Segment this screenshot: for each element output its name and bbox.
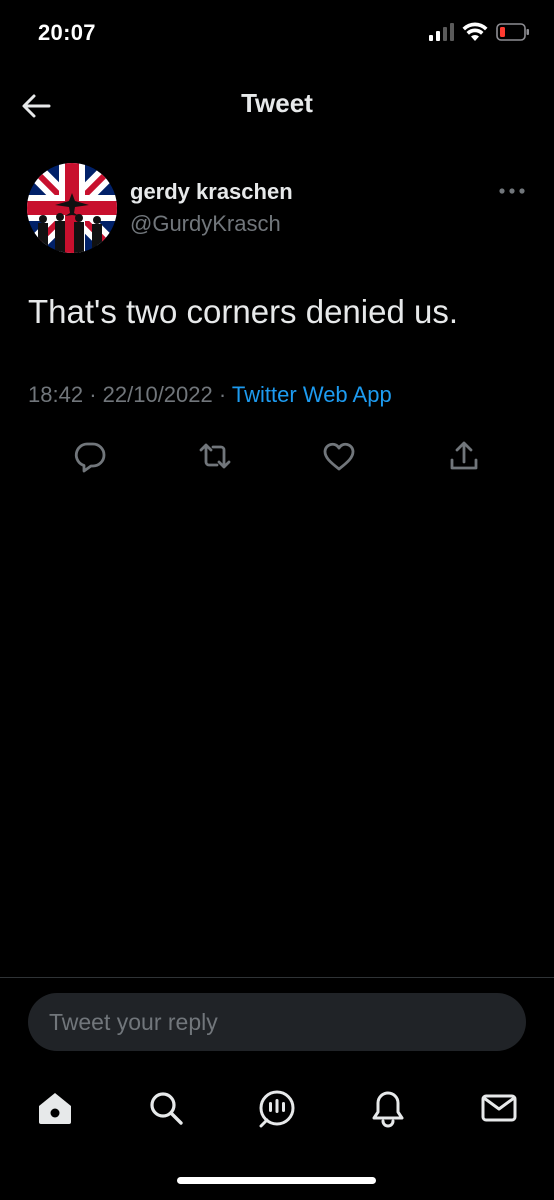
tweet-date[interactable]: 22/10/2022 [103,382,213,407]
notifications-icon[interactable] [368,1088,408,1128]
union-flag-avatar-image [27,163,117,253]
avatar[interactable] [27,163,117,253]
reply-icon[interactable] [72,438,108,474]
header: Tweet [0,70,554,140]
messages-icon[interactable] [479,1088,519,1128]
status-bar: 20:07 [0,0,554,70]
tweet-time[interactable]: 18:42 [28,382,83,407]
status-time: 20:07 [38,20,96,45]
tweet-source-link[interactable]: Twitter Web App [232,382,392,407]
meta-separator: · [218,382,227,407]
home-icon[interactable] [35,1088,75,1128]
tweet-actions [0,438,554,478]
signal-icon [429,23,454,41]
share-icon[interactable] [446,438,482,474]
author-name[interactable]: gerdy kraschen [130,179,293,205]
wifi-icon [462,22,488,41]
tweet-author: gerdy kraschen @GurdyKrasch [27,163,527,253]
author-handle[interactable]: @GurdyKrasch [130,211,281,237]
reply-divider [0,977,554,978]
like-icon[interactable] [321,438,357,474]
bottom-tab-bar [0,1080,554,1140]
spaces-icon[interactable] [257,1088,297,1128]
more-options-icon[interactable] [497,183,527,199]
status-icons [428,22,530,42]
retweet-icon[interactable] [197,438,233,474]
tweet-meta: 18:42 · 22/10/2022 · Twitter Web App [28,382,392,408]
meta-separator: · [89,382,97,407]
home-indicator[interactable] [177,1177,376,1184]
page-title: Tweet [241,88,313,118]
reply-placeholder: Tweet your reply [49,1009,218,1035]
tweet-text: That's two corners denied us. [28,293,459,330]
battery-low-icon [496,23,529,41]
reply-input[interactable]: Tweet your reply [28,993,526,1051]
search-icon[interactable] [146,1088,186,1128]
